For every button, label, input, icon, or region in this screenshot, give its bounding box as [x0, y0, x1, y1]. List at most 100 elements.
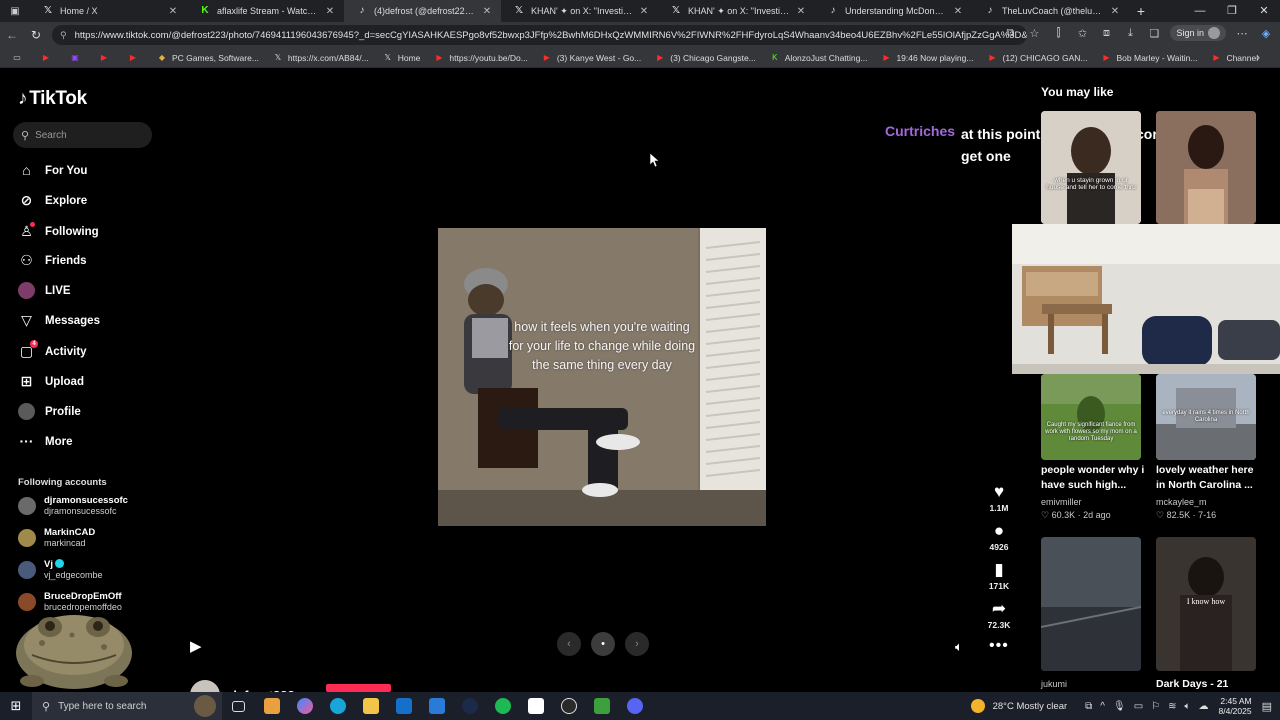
app-tray-icon[interactable]: ⧉: [1085, 701, 1092, 712]
tab-khan-2[interactable]: 𝕏 KHAN' ✦ on X: "Investing in wo ✕: [658, 0, 815, 22]
recommended-video-caption[interactable]: Dark Days - 21: [1156, 677, 1261, 692]
microsoft-store-icon[interactable]: [420, 692, 453, 720]
close-icon[interactable]: ✕: [481, 6, 493, 17]
bookmark-item[interactable]: ▶ 19:46 Now playing...: [877, 53, 977, 63]
following-account-item[interactable]: djramonsucessofc djramonsucessofc: [18, 495, 128, 516]
back-icon[interactable]: ←: [0, 28, 24, 42]
site-info-icon[interactable]: ⚲: [60, 30, 67, 41]
chevron-right-icon[interactable]: ›: [1256, 52, 1260, 64]
tiktok-logo[interactable]: ♪ TikTok: [18, 88, 87, 110]
favorites-icon[interactable]: ✩: [1074, 27, 1090, 40]
calendar-app-icon[interactable]: [255, 692, 288, 720]
outlook-icon[interactable]: [387, 692, 420, 720]
close-icon[interactable]: ✕: [795, 6, 807, 17]
discord-icon[interactable]: [618, 692, 651, 720]
bookmark-item[interactable]: ▶ (3) Kanye West - Go...: [538, 53, 645, 63]
nav-activity[interactable]: ▢ 4 Activity: [18, 340, 87, 360]
tab-mcdonalds[interactable]: ♪ Understanding McDonald's Men ✕: [815, 0, 972, 22]
extensions-icon[interactable]: ⧉: [1002, 27, 1018, 40]
settings-more-icon[interactable]: ⋯: [1234, 27, 1250, 40]
bookmark-item[interactable]: 𝕏https://x.com/AB84/...: [269, 53, 373, 63]
like-button[interactable]: ♥ 1.1M: [980, 482, 1018, 513]
tab-actions-icon[interactable]: ▣: [0, 0, 30, 22]
language-icon[interactable]: ⚐: [1151, 701, 1160, 712]
new-tab-button[interactable]: +: [1129, 3, 1153, 19]
nav-explore[interactable]: ⊘ Explore: [18, 192, 88, 209]
nav-following[interactable]: ♙ Following: [18, 222, 99, 240]
bookmark-item[interactable]: ▶: [37, 53, 60, 63]
volume-icon[interactable]: 🔈︎: [1185, 701, 1191, 712]
minimize-icon[interactable]: —: [1184, 0, 1216, 22]
hover-video-preview[interactable]: [1012, 224, 1280, 374]
bookmark-item[interactable]: ▶: [124, 53, 147, 63]
recommended-video-thumbnail[interactable]: Caught my significant fiance from work w…: [1041, 374, 1141, 460]
follow-button[interactable]: [326, 684, 391, 692]
recommended-video-thumbnail[interactable]: [1041, 537, 1141, 671]
battery-icon[interactable]: ▭: [1134, 701, 1143, 712]
play-icon[interactable]: ▶: [190, 637, 202, 655]
tab-theluvcoach[interactable]: ♪ TheLuvCoach (@theluvcoach) | T ✕: [972, 0, 1129, 22]
downloads-icon[interactable]: ⤓: [1122, 27, 1138, 40]
favorite-icon[interactable]: ☆: [1026, 27, 1042, 40]
weather-widget[interactable]: 28°C Mostly clear: [970, 699, 1067, 713]
bookmark-item[interactable]: ▶ Channel: [1207, 53, 1262, 63]
bookmark-item[interactable]: ◆ PC Games, Software...: [153, 53, 263, 63]
split-screen-icon[interactable]: ⫿: [1050, 27, 1066, 40]
bookmark-item[interactable]: ▭: [8, 53, 31, 63]
close-icon[interactable]: ✕: [952, 6, 964, 17]
bookmark-item[interactable]: ▶ (12) CHICAGO GAN...: [983, 53, 1091, 63]
bookmark-item[interactable]: 𝕏 Home: [379, 53, 425, 63]
close-icon[interactable]: ✕: [638, 6, 650, 17]
microphone-icon[interactable]: 🎙︎: [1113, 701, 1126, 712]
recommended-video-thumbnail[interactable]: [1156, 111, 1256, 224]
tab-home-x[interactable]: 𝕏 Home / X ✕: [30, 0, 187, 22]
close-icon[interactable]: ✕: [167, 6, 179, 17]
wifi-icon[interactable]: ≋: [1168, 701, 1176, 712]
bookmark-item[interactable]: K AlonzoJust Chatting...: [766, 53, 872, 63]
bookmark-item[interactable]: ▶ (3) Chicago Gangste...: [651, 53, 760, 63]
steam-icon[interactable]: [453, 692, 486, 720]
close-window-icon[interactable]: ✕: [1248, 0, 1280, 22]
refresh-icon[interactable]: ↻: [24, 28, 48, 42]
restore-icon[interactable]: ❐: [1216, 0, 1248, 22]
caption-username[interactable]: Curtriches: [885, 123, 955, 139]
recommended-video-user[interactable]: jukumi: [1041, 679, 1067, 689]
bookmark-item[interactable]: ▣: [66, 53, 89, 63]
sign-in-button[interactable]: Sign in: [1170, 25, 1226, 41]
recommended-video-user[interactable]: emivmiller: [1041, 497, 1082, 507]
nav-profile[interactable]: Profile: [18, 403, 81, 420]
more-options-icon[interactable]: •••: [989, 637, 1009, 655]
robinhood-icon[interactable]: [585, 692, 618, 720]
edge-browser-icon[interactable]: [321, 692, 354, 720]
tab-kick-stream[interactable]: K aflaxlife Stream - Watch Live on Kick …: [187, 0, 344, 22]
chevron-up-icon[interactable]: ^: [1100, 701, 1105, 712]
recommended-video-thumbnail[interactable]: when u stayin grown in ur house and tell…: [1041, 111, 1141, 224]
nav-messages[interactable]: ▽ Messages: [18, 312, 100, 329]
close-icon[interactable]: ✕: [324, 6, 336, 17]
recommended-video-caption[interactable]: lovely weather here in North Carolina ..…: [1156, 463, 1261, 493]
comment-button[interactable]: ● 4926: [980, 521, 1018, 552]
close-icon[interactable]: ✕: [1109, 6, 1121, 17]
windows-start-icon[interactable]: ⊞: [0, 698, 32, 714]
recommended-video-user[interactable]: mckaylee_m: [1156, 497, 1207, 507]
nav-friends[interactable]: ⚇ Friends: [18, 252, 86, 269]
following-account-item[interactable]: MarkinCAD markincad: [18, 527, 95, 548]
search-input[interactable]: [35, 129, 136, 141]
recommended-video-thumbnail[interactable]: I know how: [1156, 537, 1256, 671]
copilot-app-icon[interactable]: [288, 692, 321, 720]
previous-slide-button[interactable]: ‹: [557, 632, 581, 656]
capcut-icon[interactable]: [519, 692, 552, 720]
history-icon[interactable]: ❏: [1146, 27, 1162, 40]
collections-icon[interactable]: ⧈: [1098, 27, 1114, 40]
url-field[interactable]: ⚲ https://www.tiktok.com/@defrost223/pho…: [52, 25, 1027, 45]
chatgpt-icon[interactable]: [552, 692, 585, 720]
recommended-video-thumbnail[interactable]: everyday it rains 4 times in North Carol…: [1156, 374, 1256, 460]
spotify-icon[interactable]: [486, 692, 519, 720]
tab-khan-1[interactable]: 𝕏 KHAN' ✦ on X: "Investing in wo ✕: [501, 0, 658, 22]
next-slide-button[interactable]: ›: [625, 632, 649, 656]
following-account-item[interactable]: Vj vj_edgecombe: [18, 559, 103, 580]
bookmark-item[interactable]: ▶ https://youtu.be/Do...: [430, 53, 531, 63]
slide-dot[interactable]: •: [591, 632, 615, 656]
search-box[interactable]: ⚲: [13, 122, 152, 148]
post-photo[interactable]: how it feels when you're waiting for you…: [438, 228, 766, 526]
